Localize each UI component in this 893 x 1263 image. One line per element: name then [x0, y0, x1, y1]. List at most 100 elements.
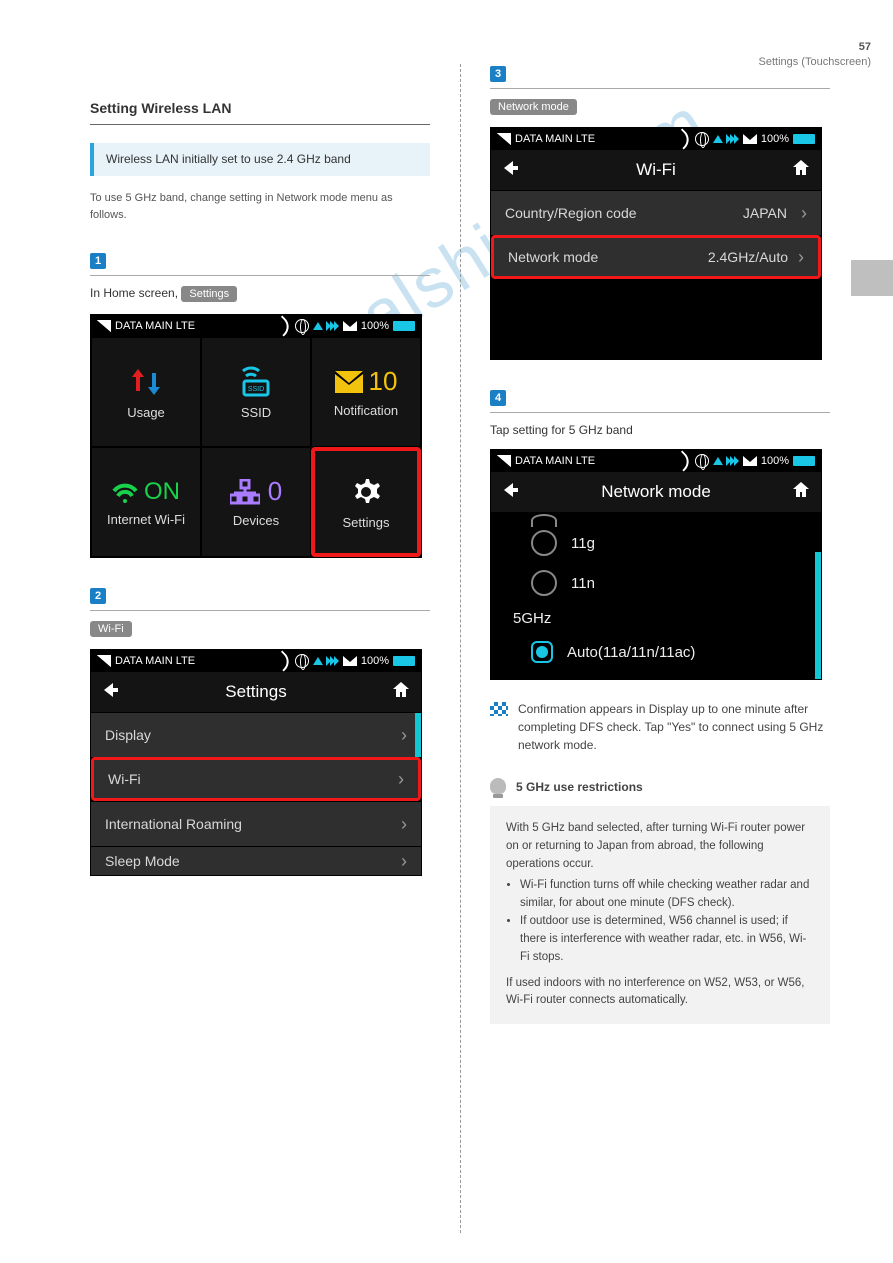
home-cell-label: SSID — [241, 405, 271, 420]
info-note-heading: Wireless LAN initially set to use 2.4 GH… — [106, 152, 351, 166]
globe-icon — [295, 319, 309, 333]
list-item-display[interactable]: Display › — [91, 712, 421, 757]
chevron-right-icon: › — [401, 725, 407, 746]
devices-icon — [230, 479, 260, 505]
home-cell-label: Settings — [343, 515, 390, 530]
home-cell-internet-wifi[interactable]: ON Internet Wi-Fi — [91, 447, 201, 557]
data-chevrons-icon — [727, 134, 739, 144]
step-3-instruction: Network mode — [490, 99, 830, 115]
radio-option-cut[interactable] — [531, 514, 801, 516]
list-item-label: Sleep Mode — [105, 853, 180, 869]
step-underline — [90, 610, 430, 611]
section-underline — [90, 124, 430, 125]
battery-icon — [393, 656, 415, 666]
battery-text: 100% — [361, 320, 389, 332]
list-item-network-mode[interactable]: Network mode 2.4GHz/Auto › — [491, 235, 821, 279]
chevron-right-icon: › — [801, 203, 807, 224]
battery-icon — [793, 456, 815, 466]
empty-space — [491, 279, 821, 359]
internet-wifi-status: ON — [144, 478, 180, 506]
step-number-badge: 1 — [90, 253, 106, 269]
screen-title: Settings — [225, 682, 286, 702]
signal-icon — [497, 455, 511, 467]
carrier-text: DATA MAIN LTE — [515, 455, 595, 467]
checkered-flag-icon — [490, 702, 508, 716]
chevron-right-icon: › — [798, 247, 804, 268]
wifi-icon — [272, 651, 293, 672]
home-cell-settings[interactable]: Settings — [311, 447, 421, 557]
tip-tail: If used indoors with no interference on … — [506, 975, 814, 1011]
back-icon[interactable] — [101, 680, 121, 705]
list-item-roaming[interactable]: International Roaming › — [91, 801, 421, 846]
upload-icon — [313, 657, 323, 665]
carrier-text: DATA MAIN LTE — [115, 320, 195, 332]
step-1-text: In Home screen, — [90, 286, 178, 300]
radio-label: 11n — [571, 575, 595, 592]
step-1-instruction: In Home screen, Settings — [90, 286, 430, 302]
home-cell-devices[interactable]: 0 Devices — [201, 447, 311, 557]
devices-count: 0 — [268, 476, 282, 507]
home-icon[interactable] — [391, 680, 411, 705]
data-chevrons-icon — [327, 656, 339, 666]
wifi-arc-icon — [112, 481, 138, 503]
home-cell-ssid[interactable]: SSID SSID — [201, 337, 311, 447]
column-divider — [460, 64, 461, 1233]
tip-heading: 5 GHz use restrictions — [516, 778, 643, 796]
step-number-badge: 4 — [490, 390, 506, 406]
radio-button-icon — [531, 514, 557, 527]
signal-icon — [97, 655, 111, 667]
notification-count: 10 — [369, 366, 398, 397]
radio-category-5ghz: 5GHz — [513, 610, 801, 627]
signal-icon — [497, 133, 511, 145]
upload-icon — [713, 457, 723, 465]
list-item-value: JAPAN — [743, 205, 787, 221]
title-bar: Wi-Fi — [491, 150, 821, 190]
status-bar: DATA MAIN LTE 100% — [491, 450, 821, 472]
carrier-text: DATA MAIN LTE — [115, 655, 195, 667]
radio-option-5ghz-auto[interactable]: Auto(11a/11n/11ac) — [531, 641, 801, 663]
ssid-badge-text: SSID — [248, 386, 264, 393]
step-2-tag: Wi-Fi — [90, 621, 132, 637]
list-item-country[interactable]: Country/Region code JAPAN › — [491, 190, 821, 235]
home-icon[interactable] — [791, 480, 811, 505]
radio-label: 11g — [571, 535, 595, 552]
step-4: 4 — [490, 390, 830, 406]
list-item-sleep[interactable]: Sleep Mode › — [91, 846, 421, 875]
radio-option-11n[interactable]: 11n — [531, 570, 801, 596]
info-note-body: To use 5 GHz band, change setting in Net… — [90, 190, 430, 223]
section-title: Setting Wireless LAN — [90, 100, 430, 116]
step-underline — [490, 88, 830, 89]
back-icon[interactable] — [501, 480, 521, 505]
data-chevrons-icon — [727, 456, 739, 466]
home-cell-notification[interactable]: 10 Notification — [311, 337, 421, 447]
tip-bullet: If outdoor use is determined, W56 channe… — [520, 913, 814, 966]
battery-text: 100% — [761, 455, 789, 467]
step-underline — [490, 412, 830, 413]
carrier-text: DATA MAIN LTE — [515, 133, 595, 145]
home-cell-usage[interactable]: Usage — [91, 337, 201, 447]
list-item-label: Country/Region code — [505, 205, 637, 221]
mail-icon — [343, 656, 357, 666]
radio-option-11g[interactable]: 11g — [531, 530, 801, 556]
globe-icon — [695, 454, 709, 468]
tip-bullet: Wi-Fi function turns off while checking … — [520, 877, 814, 913]
radio-button-icon — [531, 570, 557, 596]
mail-icon — [743, 134, 757, 144]
step-1: 1 — [90, 253, 430, 269]
globe-icon — [695, 132, 709, 146]
home-cell-label: Devices — [233, 513, 279, 528]
screen-title: Network mode — [601, 482, 711, 502]
back-icon[interactable] — [501, 158, 521, 183]
radio-label: Auto(11a/11n/11ac) — [567, 644, 695, 661]
result-note: Confirmation appears in Display up to on… — [490, 700, 830, 754]
home-icon[interactable] — [791, 158, 811, 183]
list-item-label: International Roaming — [105, 816, 242, 832]
signal-icon — [97, 320, 111, 332]
screenshot-wifi: DATA MAIN LTE 100% Wi-Fi Country/Re — [490, 127, 822, 360]
status-bar: DATA MAIN LTE 100% — [91, 650, 421, 672]
list-item-wifi[interactable]: Wi-Fi › — [91, 757, 421, 801]
screenshot-network-mode: DATA MAIN LTE 100% Network mode — [490, 449, 822, 680]
status-bar: DATA MAIN LTE 100% — [91, 315, 421, 337]
home-cell-label: Notification — [334, 403, 398, 418]
home-cell-label: Internet Wi-Fi — [107, 512, 185, 527]
